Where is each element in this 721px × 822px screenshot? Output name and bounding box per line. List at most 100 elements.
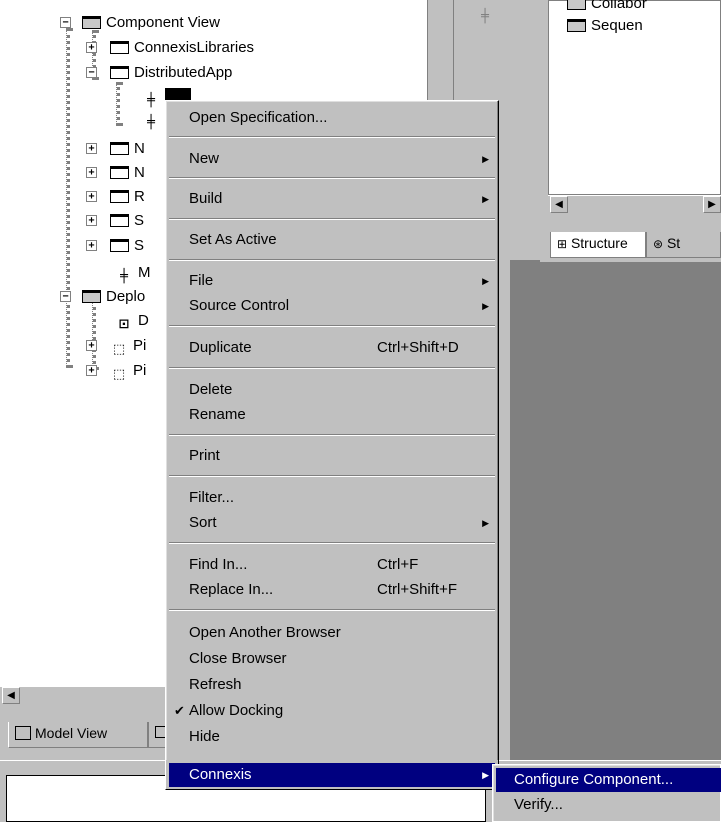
submenu-arrow-icon: ▶	[482, 301, 489, 311]
node-cube-icon: ⬚	[112, 342, 126, 357]
component-icon: ╪	[147, 115, 155, 130]
menu-sort[interactable]: Sort ▶	[169, 511, 495, 535]
menu-filter[interactable]: Filter...	[169, 486, 495, 510]
folder-icon	[110, 214, 129, 227]
tree-node-pi2[interactable]: ⬚ Pi	[110, 360, 147, 382]
menu-separator	[169, 325, 495, 327]
tab-model-view[interactable]: Model View	[8, 722, 148, 748]
component-icon: ╪	[120, 269, 128, 284]
folder-icon	[110, 166, 129, 179]
right-horizontal-scrollbar[interactable]: ◀ ▶	[548, 195, 721, 213]
menu-separator	[169, 136, 495, 138]
tab-states[interactable]: ⊛ St	[646, 232, 721, 258]
scroll-right-icon[interactable]: ▶	[703, 196, 721, 213]
connexis-submenu: Configure Component... Verify...	[492, 764, 721, 822]
checkmark-icon: ✔	[174, 703, 185, 718]
collapse-icon[interactable]: −	[60, 291, 71, 302]
expand-icon[interactable]: +	[86, 191, 97, 202]
menu-delete[interactable]: Delete	[169, 378, 495, 402]
menu-refresh[interactable]: Refresh	[169, 673, 495, 697]
model-view-icon	[15, 726, 31, 740]
menu-file[interactable]: File ▶	[169, 269, 495, 293]
tree-node-d[interactable]: ⊡ D	[115, 310, 149, 332]
tree-node-n2[interactable]: N	[110, 162, 145, 184]
tree-node-r[interactable]: R	[110, 186, 145, 208]
menu-hide[interactable]: Hide	[169, 725, 495, 749]
context-menu-tail: Connexis ▶	[165, 760, 499, 790]
tree-node-deployment[interactable]: Deplo	[82, 286, 145, 308]
submenu-arrow-icon: ▶	[482, 770, 489, 780]
collapse-icon[interactable]: −	[60, 17, 71, 28]
menu-separator	[169, 434, 495, 436]
expand-icon[interactable]: +	[86, 167, 97, 178]
expand-icon[interactable]: +	[86, 240, 97, 251]
tree-node-component-view[interactable]: Component View	[82, 12, 220, 34]
tree-node-sequence[interactable]: Sequen	[567, 15, 643, 37]
menu-separator	[169, 177, 495, 179]
collapse-icon[interactable]: −	[86, 67, 97, 78]
submenu-arrow-icon: ▶	[482, 518, 489, 528]
submenu-arrow-icon: ▶	[482, 276, 489, 286]
scroll-left-icon[interactable]: ◀	[2, 687, 20, 704]
menu-new[interactable]: New ▶	[169, 147, 495, 171]
expand-icon[interactable]: +	[86, 215, 97, 226]
workspace-background	[510, 260, 721, 760]
tree-node-n1[interactable]: N	[110, 138, 145, 160]
folder-icon	[110, 190, 129, 203]
menu-set-as-active[interactable]: Set As Active	[169, 228, 495, 252]
submenu-verify[interactable]: Verify...	[496, 793, 721, 817]
menu-source-control[interactable]: Source Control ▶	[169, 294, 495, 318]
folder-icon	[110, 142, 129, 155]
tree-node-s1[interactable]: S	[110, 210, 144, 232]
folder-icon	[110, 239, 129, 252]
scroll-left-icon[interactable]: ◀	[550, 196, 568, 213]
menu-rename[interactable]: Rename	[169, 403, 495, 427]
menu-print[interactable]: Print	[169, 444, 495, 468]
tree-node-connexislibraries[interactable]: ConnexisLibraries	[110, 37, 254, 59]
submenu-arrow-icon: ▶	[482, 194, 489, 204]
folder-icon	[567, 19, 586, 32]
menu-build[interactable]: Build ▶	[169, 187, 495, 211]
open-folder-icon	[82, 16, 101, 29]
tree-node-pi1[interactable]: ⬚ Pi	[110, 335, 147, 357]
tree-node-collaboration[interactable]: Collabor	[567, 0, 647, 15]
menu-connexis[interactable]: Connexis ▶	[169, 763, 495, 787]
tree-node-m[interactable]: ╪ M	[115, 262, 150, 284]
menu-separator	[169, 475, 495, 477]
tree-node-s2[interactable]: S	[110, 235, 144, 257]
expand-icon[interactable]: +	[86, 365, 97, 376]
diagram-icon: ⊡	[118, 317, 130, 332]
tree-guide	[66, 28, 70, 368]
menu-separator	[169, 218, 495, 220]
open-folder-icon	[82, 290, 101, 303]
folder-icon	[110, 66, 129, 79]
menu-allow-docking[interactable]: ✔ Allow Docking	[169, 699, 495, 723]
right-tree[interactable]: Collabor Sequen	[548, 0, 721, 195]
menu-separator	[169, 609, 495, 611]
component-icon: ╪	[481, 9, 489, 24]
submenu-arrow-icon: ▶	[482, 154, 489, 164]
submenu-configure-component[interactable]: Configure Component...	[496, 768, 721, 792]
folder-icon	[110, 41, 129, 54]
menu-separator	[169, 367, 495, 369]
menu-close-browser[interactable]: Close Browser	[169, 647, 495, 671]
tree-node[interactable]: ╪	[142, 108, 165, 130]
menu-open-specification[interactable]: Open Specification...	[169, 106, 495, 130]
states-icon: ⊛	[653, 237, 664, 251]
context-menu: Open Specification... New ▶ Build ▶ Set As…	[165, 100, 499, 770]
tree-guide	[116, 82, 120, 126]
menu-separator	[169, 542, 495, 544]
component-icon: ╪	[147, 93, 155, 108]
expand-icon[interactable]: +	[86, 42, 97, 53]
tree-guide	[92, 300, 96, 370]
menu-find-in[interactable]: Find In... Ctrl+F	[169, 553, 495, 577]
tree-node-distributedapp[interactable]: DistributedApp	[110, 62, 232, 84]
tab-structure[interactable]: ⊞ Structure	[550, 232, 646, 258]
menu-replace-in[interactable]: Replace In... Ctrl+Shift+F	[169, 578, 495, 602]
menu-open-another-browser[interactable]: Open Another Browser	[169, 621, 495, 645]
expand-icon[interactable]: +	[86, 143, 97, 154]
menu-separator	[169, 259, 495, 261]
folder-icon	[567, 0, 586, 10]
expand-icon[interactable]: +	[86, 340, 97, 351]
menu-duplicate[interactable]: Duplicate Ctrl+Shift+D	[169, 336, 495, 360]
